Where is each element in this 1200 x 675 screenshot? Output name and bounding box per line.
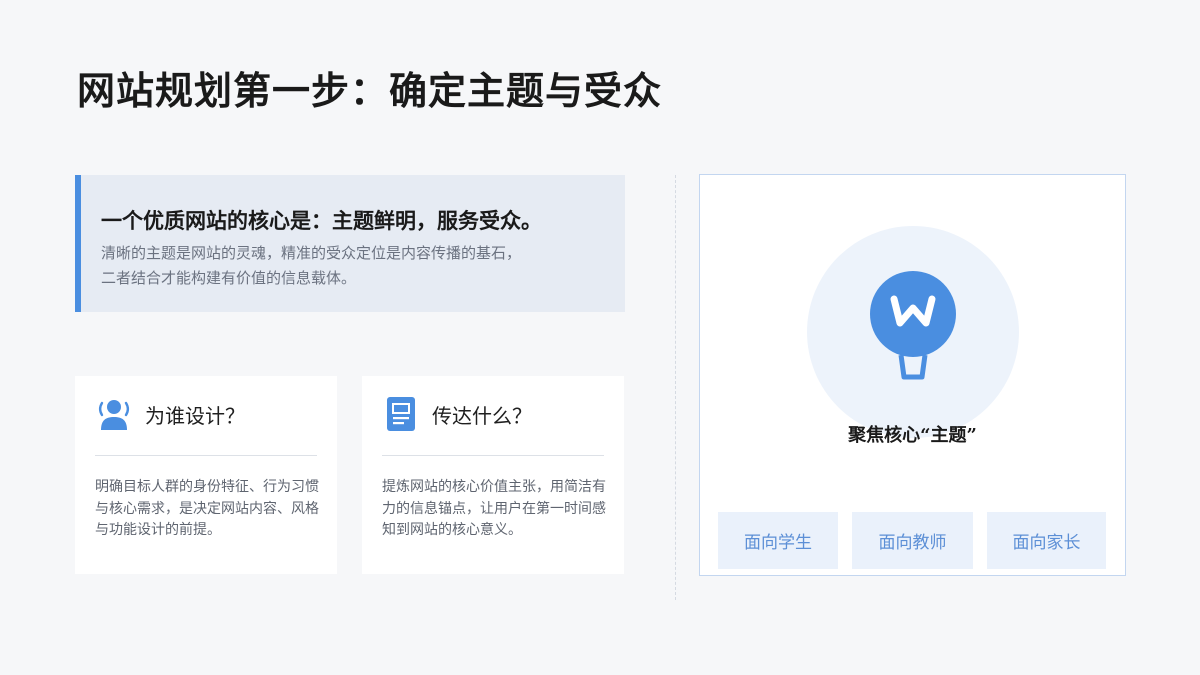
intro-quote-box: 一个优质网站的核心是：主题鲜明，服务受众。 清晰的主题是网站的灵魂，精准的受众定… [75, 175, 625, 312]
card-body: 明确目标人群的身份特征、行为习惯与核心需求，是决定网站内容、风格与功能设计的前提… [95, 479, 319, 538]
card-header: 为谁设计？ [95, 394, 245, 434]
quote-text: 清晰的主题是网站的灵魂，精准的受众定位是内容传播的基石， 二者结合才能构建有价值… [101, 241, 605, 291]
user-icon [95, 395, 133, 433]
chip-students: 面向学生 [718, 512, 838, 569]
page-title: 网站规划第一步：确定主题与受众 [77, 68, 663, 113]
panel-label: 聚焦核心“主题” [848, 425, 977, 446]
quote-line-2: 二者结合才能构建有价值的信息载体。 [101, 269, 357, 287]
quote-headline: 一个优质网站的核心是：主题鲜明，服务受众。 [101, 208, 542, 233]
card-header: 传达什么？ [382, 394, 532, 434]
card-title: 传达什么？ [432, 403, 532, 428]
quote-line-1: 清晰的主题是网站的灵魂，精准的受众定位是内容传播的基石， [101, 244, 522, 262]
card-divider [95, 455, 317, 456]
card-message: 传达什么？ 提炼网站的核心价值主张，用简洁有力的信息锚点，让用户在第一时间感知到… [362, 376, 624, 574]
chip-parents: 面向家长 [987, 512, 1106, 569]
balloon-icon [870, 271, 956, 380]
document-icon [382, 395, 420, 433]
chip-teachers: 面向教师 [852, 512, 973, 569]
card-divider [382, 455, 604, 456]
card-body: 提炼网站的核心价值主张，用简洁有力的信息锚点，让用户在第一时间感知到网站的核心意… [382, 479, 606, 538]
focus-panel: 聚焦核心“主题” 面向学生 面向教师 面向家长 [699, 174, 1126, 576]
dashed-divider [675, 175, 676, 600]
card-title: 为谁设计？ [145, 403, 245, 428]
card-audience: 为谁设计？ 明确目标人群的身份特征、行为习惯与核心需求，是决定网站内容、风格与功… [75, 376, 337, 574]
